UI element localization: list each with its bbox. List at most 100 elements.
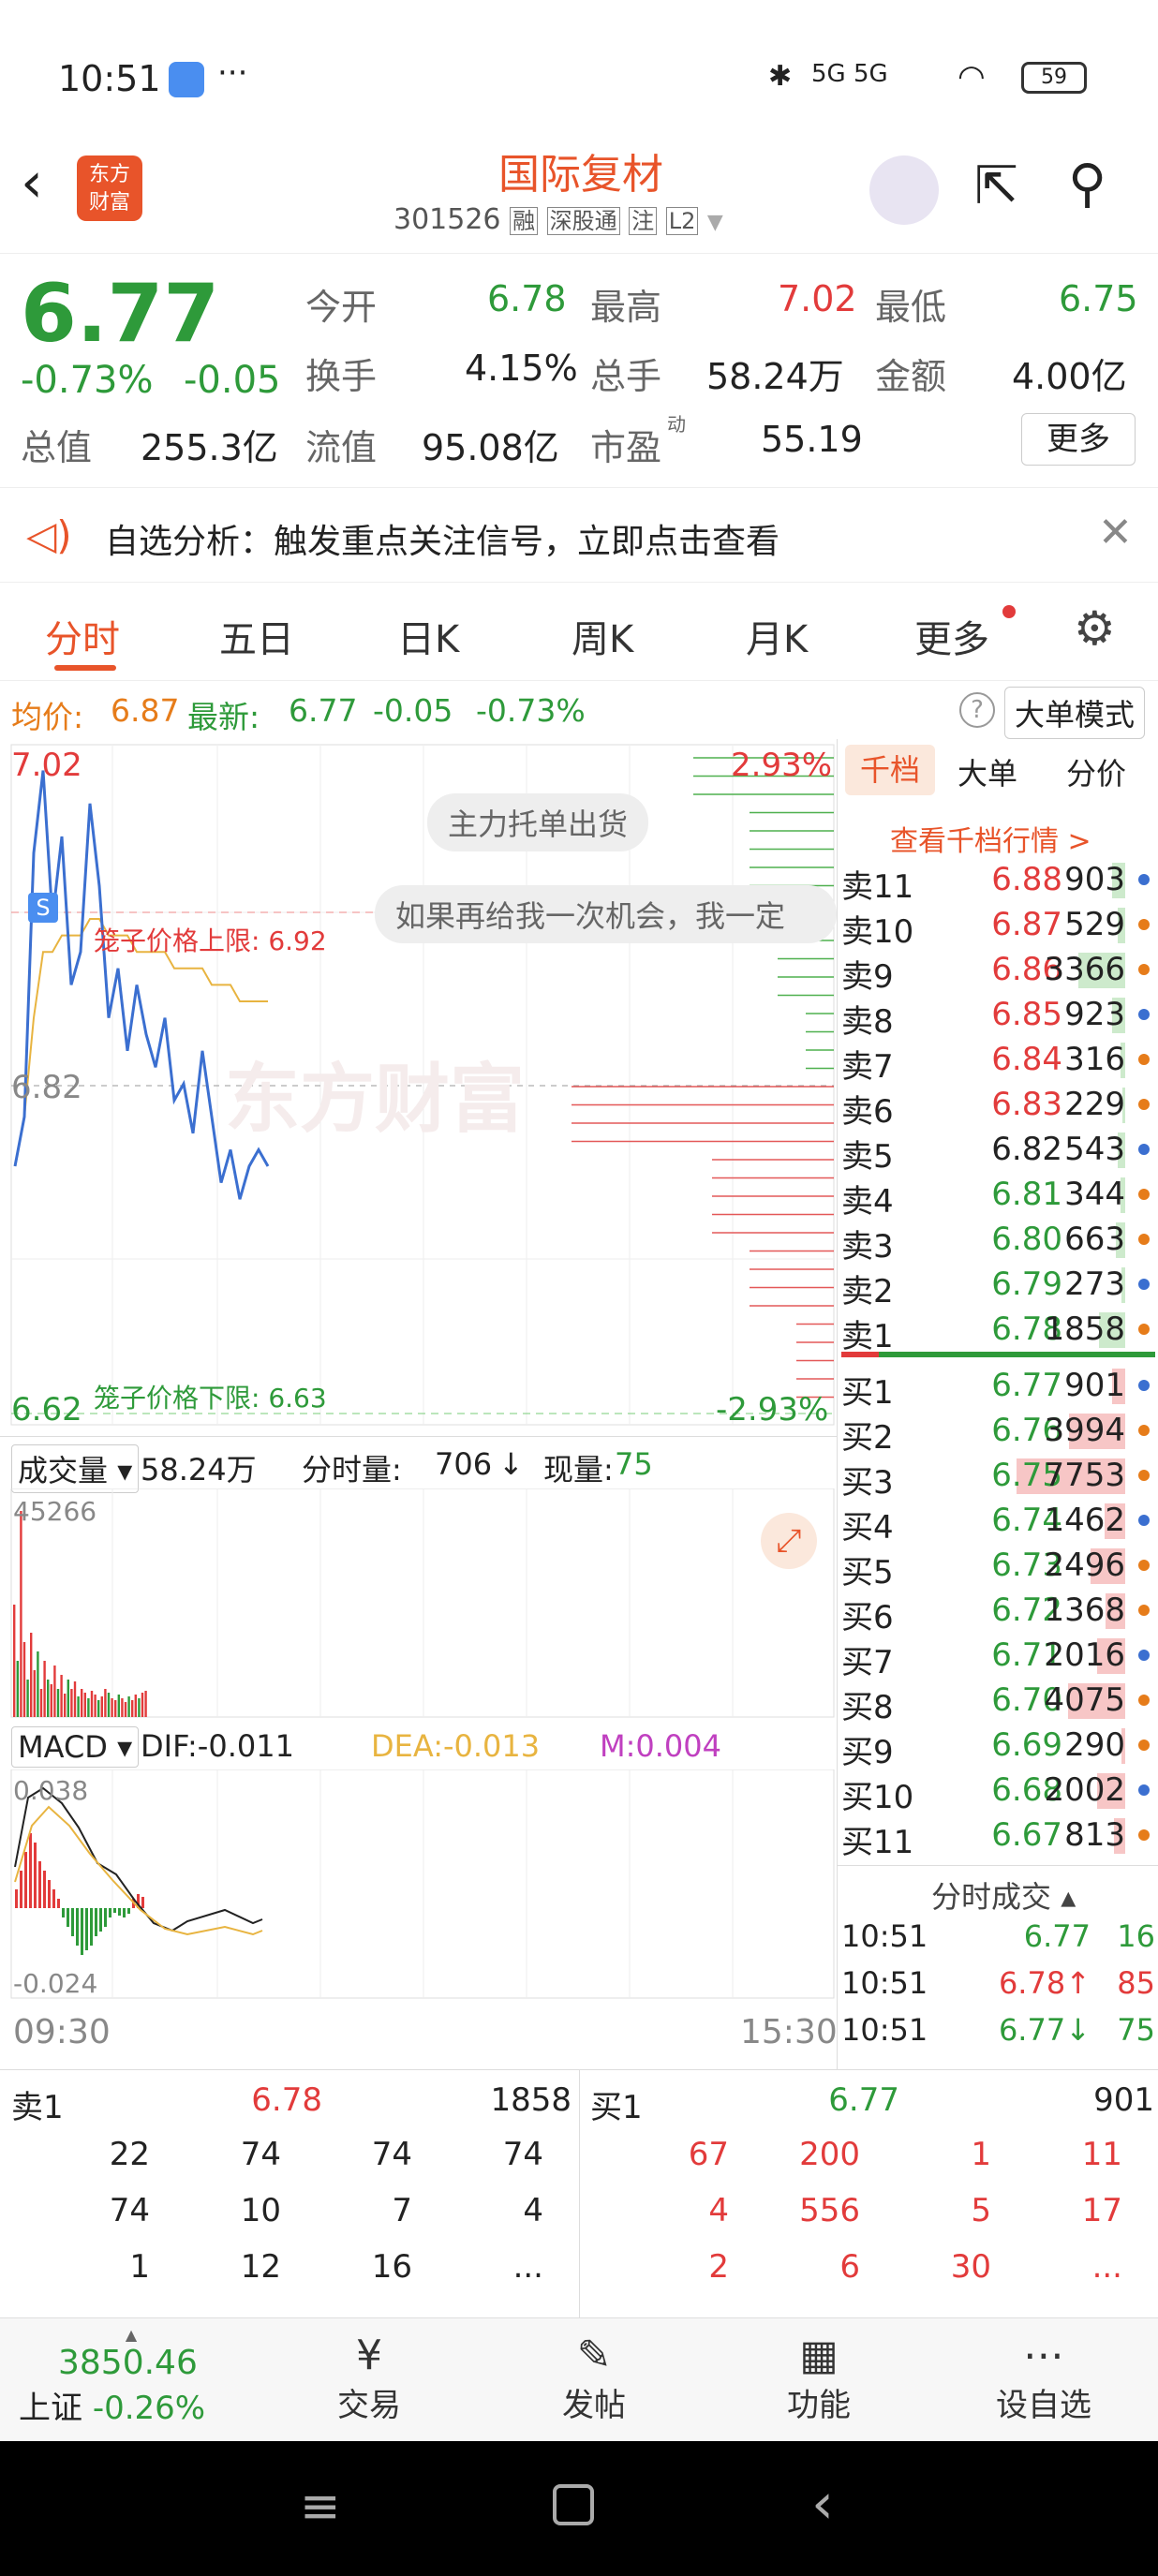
intraday-info-bar: 均价: 6.87 最新: 6.77 -0.05 -0.73% ? 大单模式 <box>0 681 1158 739</box>
index-widget[interactable]: ▲ 3850.46 上证 -0.26% <box>19 2326 244 2428</box>
minute-volume-label: 分时量: <box>302 1452 402 1488</box>
macd-bar <box>127 1908 130 1914</box>
bid-row[interactable]: 卖8 6.85 923 <box>838 992 1158 1041</box>
ask-row[interactable]: 买7 6.71 2016 <box>838 1633 1158 1681</box>
macd-bar <box>43 1871 46 1908</box>
macd-bar <box>67 1908 69 1927</box>
volume-bar <box>111 1698 113 1717</box>
more-button[interactable]: 更多 <box>1021 413 1136 466</box>
comment-bubble-1[interactable]: 主力托单出货 <box>427 793 649 851</box>
volume-bar <box>47 1680 50 1717</box>
expand-icon[interactable]: ⤢ <box>761 1513 817 1569</box>
assistant-robot-icon[interactable] <box>869 155 939 225</box>
volume-selector[interactable]: 成交量 ▾ <box>11 1444 140 1493</box>
tab-thousand-levels[interactable]: 千档 <box>845 745 935 795</box>
level-price: 6.76 <box>991 1412 1062 1449</box>
current-price: 6.77 <box>21 267 220 361</box>
current-volume-value: 75 <box>615 1446 653 1482</box>
level-label: 买1 <box>841 1374 894 1412</box>
last-pct: -0.73% <box>476 692 586 729</box>
bid-row[interactable]: 卖2 6.79 273 <box>838 1262 1158 1310</box>
bid-row[interactable]: 卖6 6.83 229 <box>838 1082 1158 1131</box>
macd-selector[interactable]: MACD ▾ <box>11 1726 140 1768</box>
bid-row[interactable]: 卖5 6.82 543 <box>838 1127 1158 1176</box>
close-icon[interactable]: ✕ <box>1098 509 1133 556</box>
view-levels-link[interactable]: 查看千档行情 > <box>890 818 1091 859</box>
tab-daily-k[interactable]: 日K <box>397 609 459 663</box>
tab-intraday[interactable]: 分时 <box>45 609 120 663</box>
bid-row[interactable]: 卖1 6.78 1858 <box>838 1307 1158 1355</box>
tab-more[interactable]: 更多 <box>914 609 989 663</box>
bid-row[interactable]: 卖11 6.88 903 <box>838 857 1158 906</box>
signal-s-icon[interactable]: S <box>28 893 58 923</box>
ask-row[interactable]: 买9 6.69 290 <box>838 1723 1158 1771</box>
ask-row[interactable]: 买11 6.67 813 <box>838 1813 1158 1861</box>
tab-add-watchlist[interactable]: ⋯ 设自选 <box>959 2332 1128 2425</box>
settings-gear-icon[interactable]: ⚙ <box>1074 601 1116 656</box>
volume-bar <box>124 1702 127 1717</box>
tab-trade[interactable]: ¥ 交易 <box>285 2332 453 2425</box>
macd-bar <box>99 1908 102 1932</box>
level-volume: 273 <box>1064 1266 1125 1303</box>
bid-row[interactable]: 卖9 6.86 3366 <box>838 947 1158 996</box>
chevron-down-icon[interactable]: ▼ <box>707 211 723 234</box>
menu-icon[interactable]: ≡ <box>300 2479 341 2535</box>
system-nav-bar: ≡ ‹ <box>0 2441 1158 2576</box>
trades-title[interactable]: 分时成交 ▴ <box>931 1873 1076 1917</box>
share-icon[interactable]: ⇱ <box>974 155 1018 216</box>
level-label: 买4 <box>841 1509 894 1547</box>
ask-row[interactable]: 买3 6.75 7753 <box>838 1453 1158 1502</box>
tab-five-day[interactable]: 五日 <box>219 609 294 663</box>
home-icon[interactable] <box>553 2484 594 2525</box>
trades-section: 分时成交 ▴ 10:51 6.77 16 10:51 6.78↑ 85 10:51 6.77↓… <box>838 1865 1158 2069</box>
ask-row[interactable]: 买10 6.68 2002 <box>838 1768 1158 1816</box>
macd-chart[interactable] <box>0 1769 837 2000</box>
queue-order: 200 <box>799 2136 860 2173</box>
bid-row[interactable]: 卖4 6.81 344 <box>838 1172 1158 1221</box>
float-value: 95.08亿 <box>422 427 559 468</box>
status-dot <box>1138 1054 1150 1065</box>
tab-functions[interactable]: ▦ 功能 <box>735 2332 903 2425</box>
search-icon[interactable]: ⚲ <box>1068 154 1106 215</box>
level-volume: 229 <box>1064 1086 1125 1123</box>
bid-row[interactable]: 卖10 6.87 529 <box>838 902 1158 951</box>
back-arrow-icon[interactable]: ‹ <box>21 150 43 215</box>
status-dot <box>1138 1650 1150 1661</box>
volume-bar <box>107 1693 111 1717</box>
stock-code-row: 301526 融 深股通 注 L2 ▼ <box>393 202 806 236</box>
level-price: 6.67 <box>991 1816 1062 1854</box>
level-volume: 923 <box>1064 996 1125 1033</box>
tab-monthly-k[interactable]: 月K <box>746 609 808 663</box>
ask-row[interactable]: 买5 6.73 2496 <box>838 1543 1158 1591</box>
level-price: 6.74 <box>991 1502 1062 1539</box>
analysis-banner[interactable]: ◁) 自选分析：触发重点关注信号，立即点击查看 ✕ <box>0 487 1158 583</box>
help-icon[interactable]: ? <box>959 692 995 728</box>
down-arrow-icon: ↓ <box>498 1446 524 1482</box>
big-order-mode-button[interactable]: 大单模式 <box>1004 687 1146 739</box>
ask-row[interactable]: 买2 6.76 3994 <box>838 1408 1158 1457</box>
bid-row[interactable]: 卖3 6.80 663 <box>838 1217 1158 1266</box>
tab-price-dist[interactable]: 分价 <box>1066 750 1126 793</box>
time-end-label: 15:30 <box>740 2013 838 2051</box>
level-volume: 1368 <box>1044 1591 1125 1629</box>
status-dot <box>1138 874 1150 885</box>
tab-post[interactable]: ✎ 发帖 <box>510 2332 678 2425</box>
comment-bubble-2[interactable]: 如果再给我一次机会，我一定 <box>375 885 837 943</box>
ask-row[interactable]: 买6 6.72 1368 <box>838 1588 1158 1636</box>
bid-row[interactable]: 卖7 6.84 316 <box>838 1037 1158 1086</box>
volume-chart[interactable] <box>0 1488 837 1719</box>
time-start-label: 09:30 <box>13 2013 111 2051</box>
ask-row[interactable]: 买4 6.74 1462 <box>838 1498 1158 1547</box>
bid-list: 买1 6.77 901 买2 6.76 3994 买3 6.75 7753 买4 6.74 1462 买… <box>838 1363 1158 1865</box>
tag-margin: 融 <box>510 207 539 235</box>
ask-row[interactable]: 买8 6.70 4075 <box>838 1678 1158 1726</box>
volume-bar <box>141 1693 144 1717</box>
tab-weekly-k[interactable]: 周K <box>572 609 633 663</box>
back-icon[interactable]: ‹ <box>811 2471 834 2537</box>
tab-big-orders[interactable]: 大单 <box>958 750 1017 793</box>
volume-bar <box>43 1661 46 1717</box>
stock-title: 国际复材 <box>498 151 663 199</box>
ask-row[interactable]: 买1 6.77 901 <box>838 1363 1158 1412</box>
volume-bar <box>50 1684 52 1717</box>
level-price: 6.85 <box>991 996 1062 1033</box>
